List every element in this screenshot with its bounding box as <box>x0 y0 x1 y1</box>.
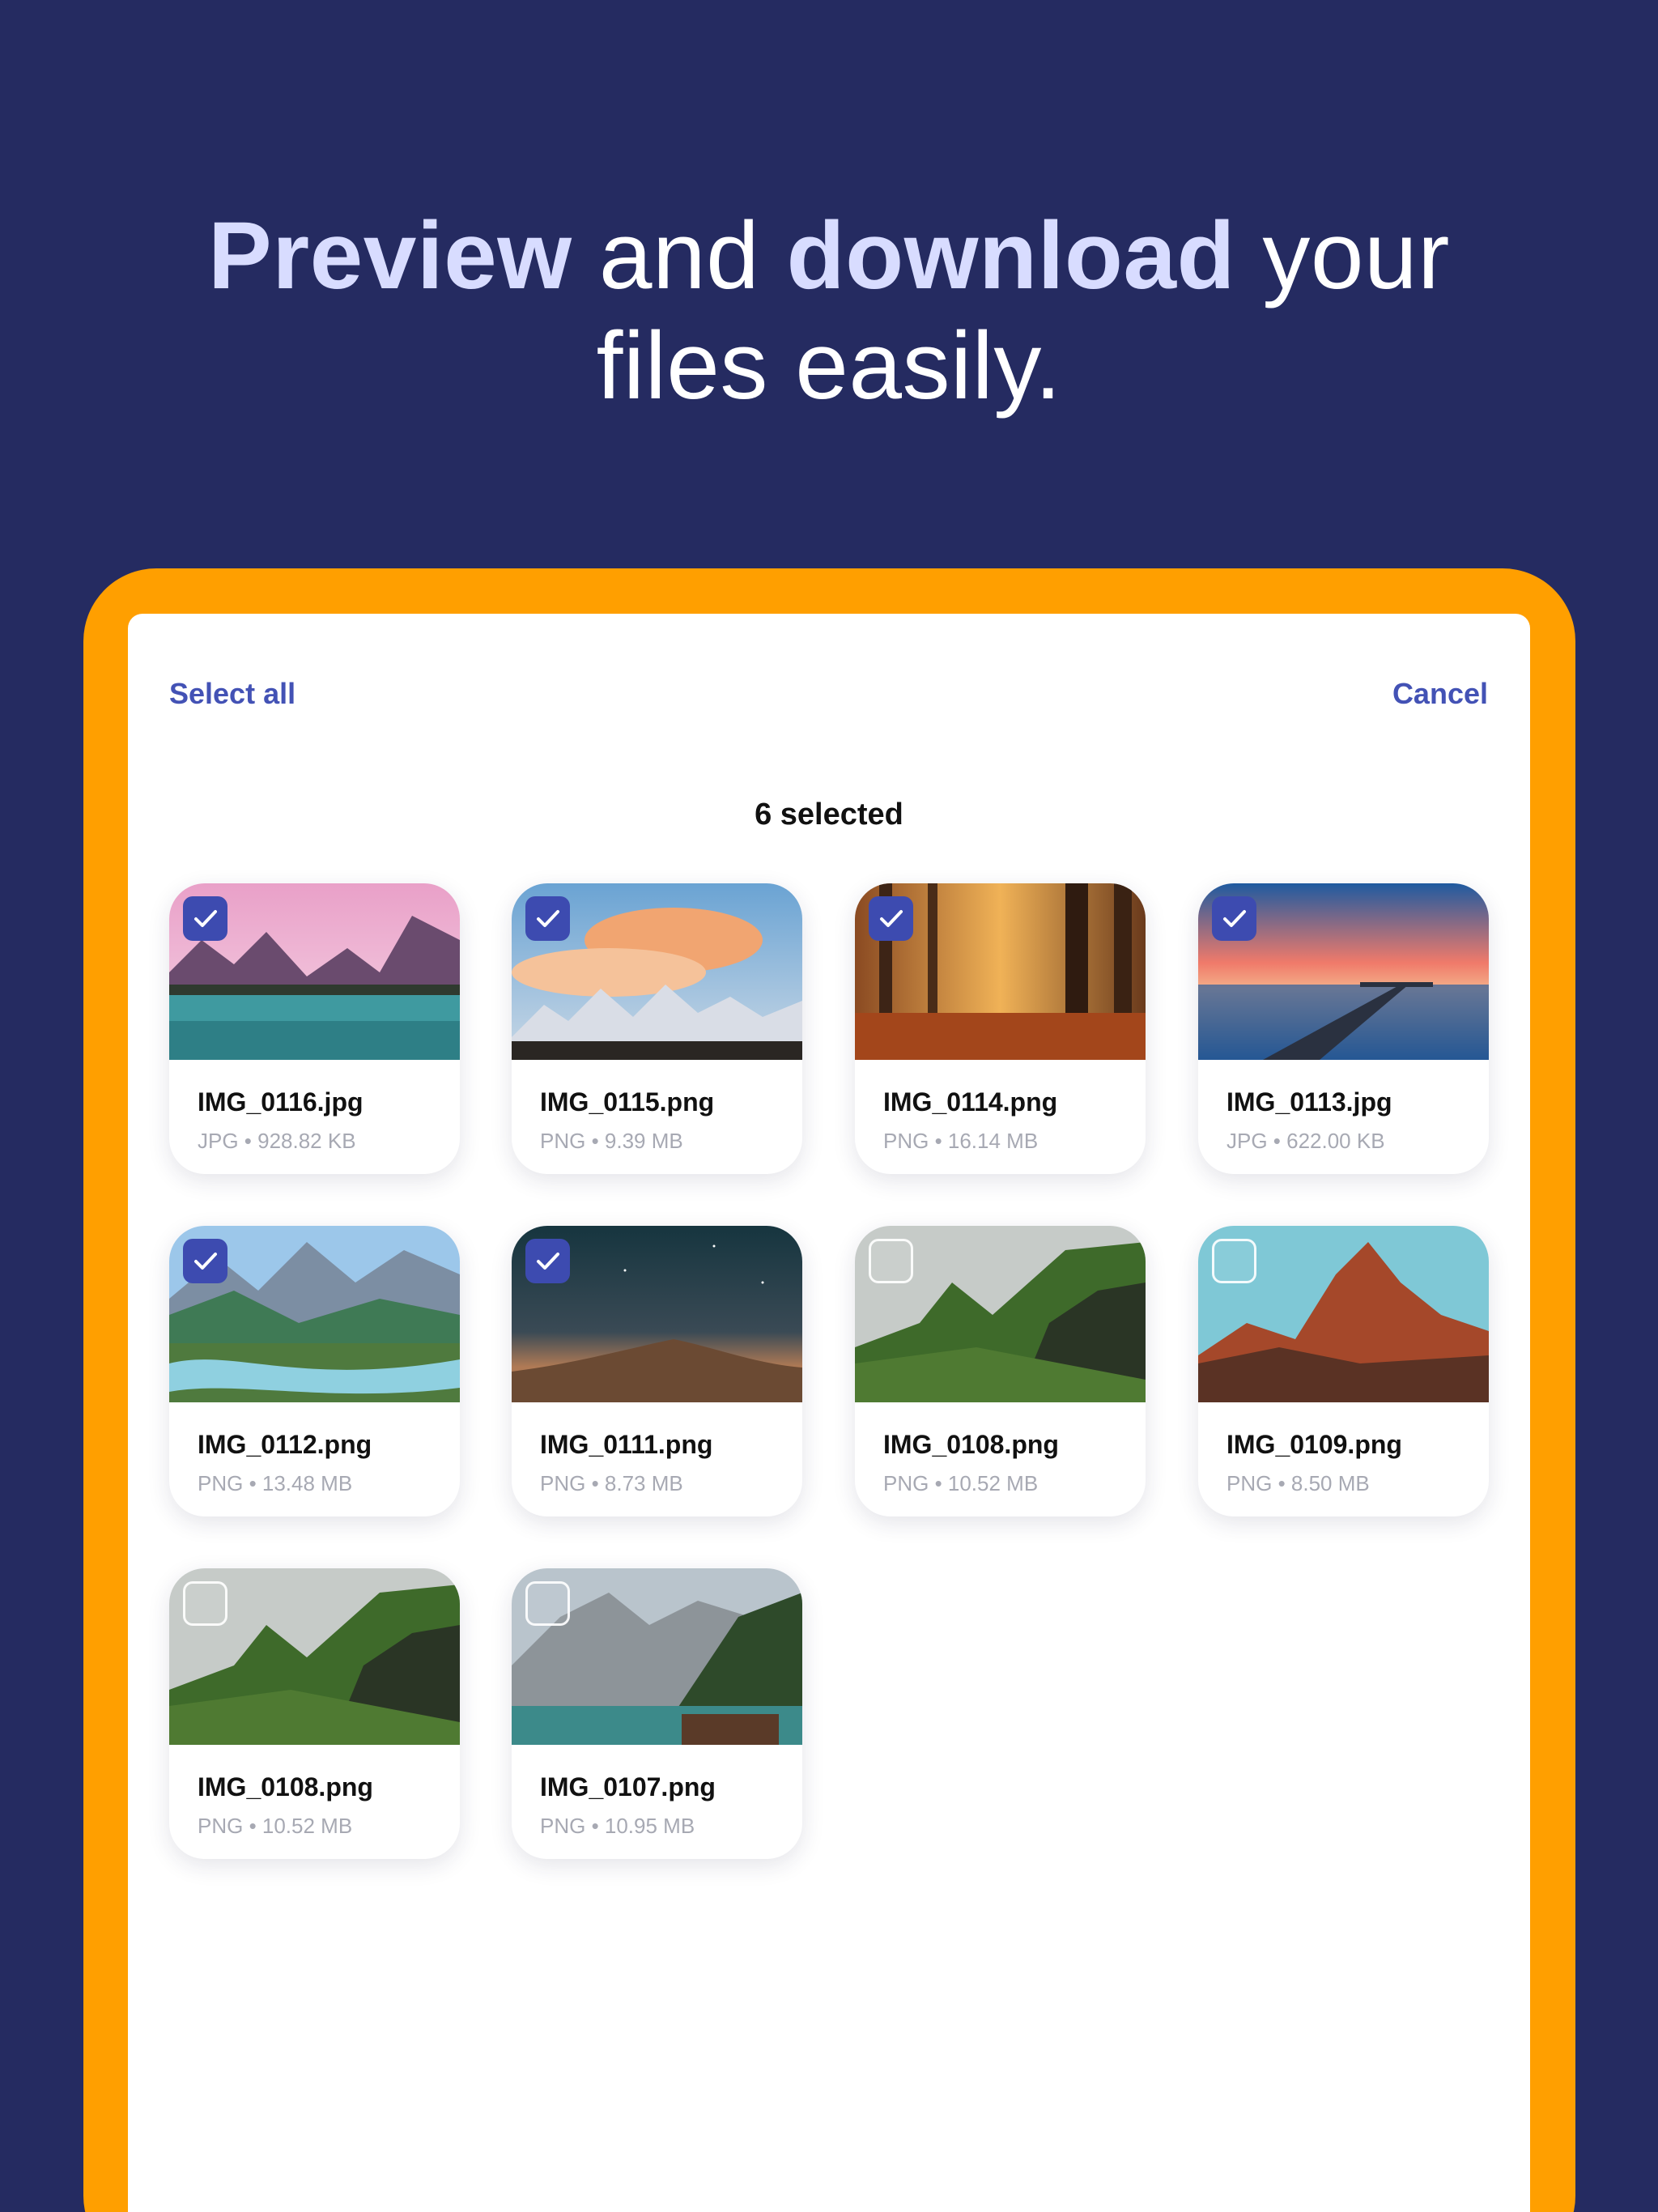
headline-download: download <box>786 202 1236 309</box>
file-meta: PNG • 8.73 MB <box>540 1471 683 1495</box>
headline-preview: Preview <box>208 202 572 309</box>
file-meta: PNG • 16.14 MB <box>883 1129 1039 1153</box>
checkbox-checked[interactable] <box>183 896 227 941</box>
file-card[interactable]: IMG_0112.png PNG • 13.48 MB <box>169 1226 460 1516</box>
file-name: IMG_0114.png <box>883 1087 1058 1117</box>
file-name: IMG_0115.png <box>540 1087 715 1117</box>
cancel-button[interactable]: Cancel <box>1392 677 1488 711</box>
file-card[interactable]: IMG_0115.png PNG • 9.39 MB <box>512 883 802 1174</box>
file-meta: PNG • 10.52 MB <box>198 1814 353 1838</box>
file-name: IMG_0109.png <box>1226 1430 1402 1459</box>
checkbox-checked[interactable] <box>1212 896 1256 941</box>
headline: Preview and download your files easily. <box>0 201 1658 421</box>
file-name: IMG_0113.jpg <box>1226 1087 1392 1117</box>
checkbox-checked[interactable] <box>869 896 913 941</box>
headline-your: your <box>1235 202 1450 309</box>
file-name: IMG_0111.png <box>540 1430 713 1459</box>
file-name: IMG_0107.png <box>540 1772 716 1802</box>
file-card[interactable]: IMG_0111.png PNG • 8.73 MB <box>512 1226 802 1516</box>
file-card[interactable]: IMG_0108.png PNG • 10.52 MB <box>169 1568 460 1859</box>
file-card[interactable]: IMG_0116.jpg JPG • 928.82 KB <box>169 883 460 1174</box>
file-card[interactable]: IMG_0113.jpg JPG • 622.00 KB <box>1198 883 1489 1174</box>
file-name: IMG_0112.png <box>198 1430 372 1459</box>
file-card[interactable]: IMG_0108.png PNG • 10.52 MB <box>855 1226 1146 1516</box>
file-meta: PNG • 10.52 MB <box>883 1471 1039 1495</box>
checkbox-unchecked[interactable] <box>183 1581 227 1626</box>
file-name: IMG_0108.png <box>883 1430 1059 1459</box>
file-meta: PNG • 10.95 MB <box>540 1814 695 1838</box>
file-meta: JPG • 928.82 KB <box>198 1129 356 1153</box>
file-meta: PNG • 13.48 MB <box>198 1471 353 1495</box>
file-card[interactable]: IMG_0107.png PNG • 10.95 MB <box>512 1568 802 1859</box>
file-meta: JPG • 622.00 KB <box>1226 1129 1385 1153</box>
headline-line-2: files easily. <box>596 313 1062 419</box>
file-name: IMG_0108.png <box>198 1772 373 1802</box>
file-meta: PNG • 9.39 MB <box>540 1129 683 1153</box>
select-all-button[interactable]: Select all <box>169 677 295 711</box>
file-card[interactable]: IMG_0114.png PNG • 16.14 MB <box>855 883 1146 1174</box>
file-meta: PNG • 8.50 MB <box>1226 1471 1370 1495</box>
checkbox-checked[interactable] <box>525 1239 570 1283</box>
headline-line-1: Preview and download your <box>0 201 1658 311</box>
checkbox-checked[interactable] <box>525 896 570 941</box>
checkbox-unchecked[interactable] <box>1212 1239 1256 1283</box>
checkbox-checked[interactable] <box>183 1239 227 1283</box>
file-card[interactable]: IMG_0109.png PNG • 8.50 MB <box>1198 1226 1489 1516</box>
checkbox-unchecked[interactable] <box>869 1239 913 1283</box>
checkbox-unchecked[interactable] <box>525 1581 570 1626</box>
headline-and: and <box>572 202 787 309</box>
file-name: IMG_0116.jpg <box>198 1087 363 1117</box>
selected-count: 6 selected <box>755 798 903 832</box>
